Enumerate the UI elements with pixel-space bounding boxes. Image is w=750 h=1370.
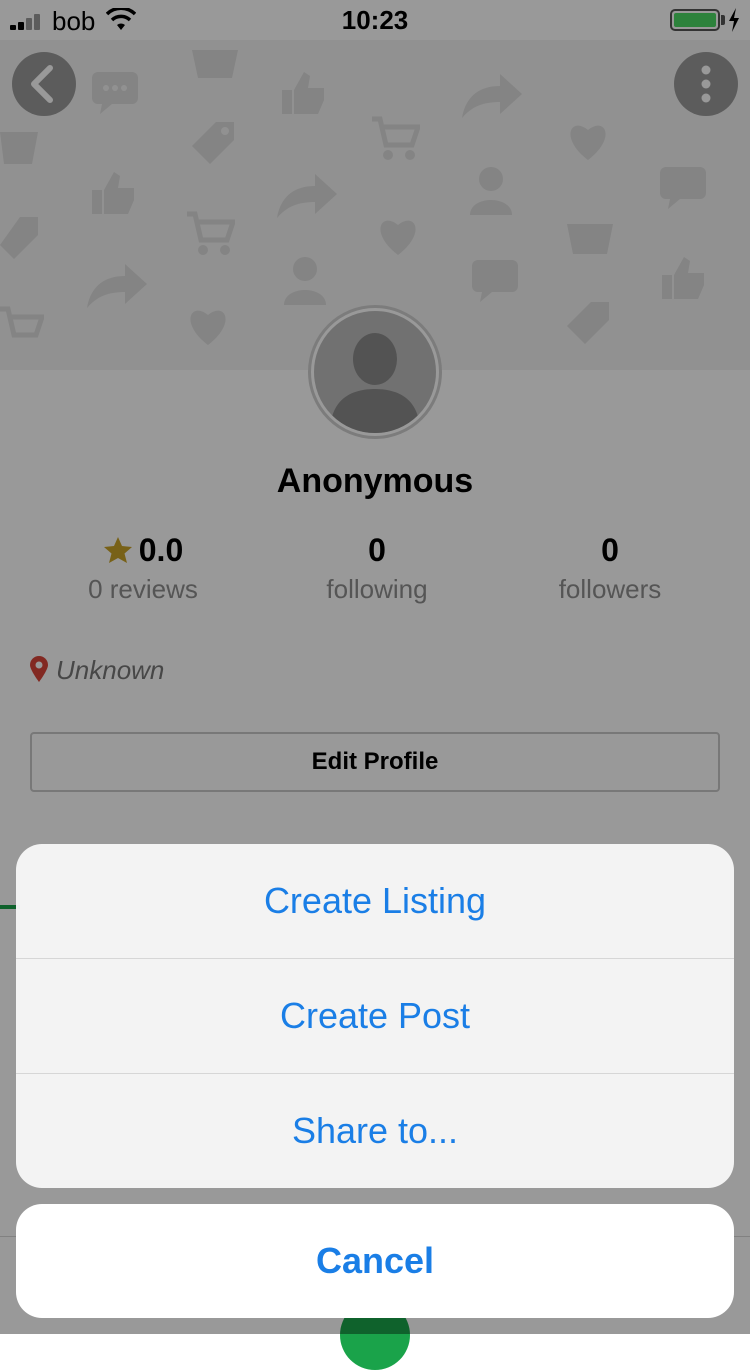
- cancel-button[interactable]: Cancel: [16, 1204, 734, 1318]
- action-sheet: Create Listing Create Post Share to...: [16, 844, 734, 1188]
- share-to-button[interactable]: Share to...: [16, 1074, 734, 1188]
- create-post-button[interactable]: Create Post: [16, 959, 734, 1074]
- create-listing-button[interactable]: Create Listing: [16, 844, 734, 959]
